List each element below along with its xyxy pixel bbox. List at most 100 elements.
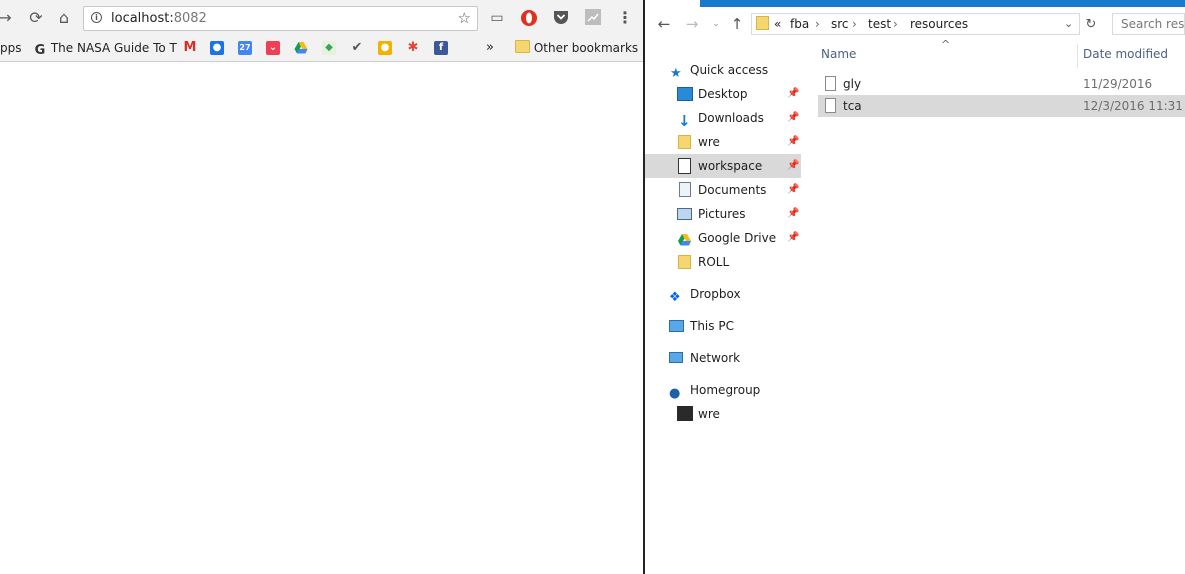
pocket-icon[interactable]: ⌄ [266,41,280,55]
nav-workspace[interactable]: workspace 📌 [645,154,801,178]
forward-icon[interactable]: → [683,14,701,34]
google-drive-icon [677,231,693,246]
documents-icon [679,182,691,197]
breadcrumb-overflow[interactable]: « [774,17,781,31]
bookmarks-overflow-button[interactable]: » [486,39,494,57]
column-separator[interactable] [1077,44,1078,68]
breadcrumb-src[interactable]: src [831,17,849,31]
nav-label: wre [698,407,720,421]
column-header-date-modified[interactable]: Date modified [1083,47,1168,61]
desktop-icon [677,87,693,101]
nav-label: Google Drive [698,231,777,245]
nav-desktop[interactable]: Desktop 📌 [645,82,801,106]
facebook-icon[interactable]: f [434,41,448,55]
nav-roll[interactable]: ROLL [645,250,801,274]
bookmark-apps-label: pps [0,41,22,55]
ribbon-edge [645,0,1185,8]
calendar-icon[interactable]: 27 [238,41,252,55]
nav-wre[interactable]: wre 📌 [645,130,801,154]
refresh-icon[interactable]: ↻ [1082,15,1100,35]
breadcrumb-resources[interactable]: resources [910,17,968,31]
bookmark-nasa-label: The NASA Guide To T [50,41,177,55]
nav-homegroup[interactable]: ● Homegroup [645,378,801,402]
nav-label: This PC [690,319,734,333]
breadcrumb-separator[interactable]: › [893,17,898,31]
up-icon[interactable]: ↑ [728,14,746,34]
nav-label: Network [690,351,741,365]
info-icon[interactable]: i [91,12,102,23]
page-content [0,62,643,574]
nav-label: wre [698,135,720,149]
dropbox-icon: ❖ [669,290,681,305]
gmail-icon[interactable]: M [183,41,197,55]
cast-icon[interactable]: ▭ [488,9,506,27]
nav-label: Downloads [698,111,764,125]
bookmark-nasa[interactable]: G The NASA Guide To T [33,39,177,58]
address-bar[interactable]: i localhost:8082 ☆ [83,6,478,31]
bookmark-other[interactable]: Other bookmarks [515,39,638,57]
pin-icon[interactable]: 📌 [787,154,799,178]
browser-window: → ⟳ ⌂ i localhost:8082 ☆ ▭ ⋮ pps G The N… [0,0,643,574]
nav-label: Documents [698,183,767,197]
chevron-down-icon[interactable]: ⌄ [1064,17,1073,30]
nav-label: Dropbox [690,287,741,301]
nav-this-pc[interactable]: This PC [645,314,801,338]
pin-icon[interactable]: 📌 [787,178,799,202]
kebab-menu-icon[interactable]: ⋮ [616,9,634,27]
pin-icon[interactable]: 📌 [787,202,799,226]
file-name: tca [843,99,862,113]
pin-icon[interactable]: 📌 [787,226,799,250]
star-icon[interactable]: ☆ [458,9,471,27]
workspace-icon [678,158,691,174]
file-icon [825,98,836,113]
column-header-name[interactable]: Name [821,47,856,61]
maps-icon[interactable]: ◆ [322,41,336,55]
nav-label: Pictures [698,207,746,221]
pictures-icon [677,208,692,220]
back-icon[interactable]: ← [655,14,673,34]
star-icon: ★ [670,66,682,81]
file-explorer-window: ← → ⌄ ↑ « fba › src › test › resources ⌄… [645,0,1185,574]
breadcrumb-fba[interactable]: fba [790,17,809,31]
folder-icon [515,40,530,53]
chart-extension-icon[interactable] [584,9,602,27]
file-row[interactable]: tca 12/3/2016 11:31 [818,95,1185,117]
google-icon: G [34,43,46,58]
recent-locations-icon[interactable]: ⌄ [707,14,725,34]
nav-dropbox[interactable]: ❖ Dropbox [645,282,801,306]
bookmark-apps[interactable]: pps [0,39,22,57]
nav-documents[interactable]: Documents 📌 [645,178,801,202]
pin-icon[interactable]: 📌 [787,130,799,154]
breadcrumb-separator[interactable]: › [852,17,857,31]
reload-icon[interactable]: ⟳ [25,7,47,29]
nav-network[interactable]: Network [645,346,801,370]
address-bar[interactable]: « fba › src › test › resources ⌄ [751,13,1080,35]
nav-quick-access[interactable]: ★ Quick access [645,58,801,82]
nav-google-drive[interactable]: Google Drive 📌 [645,226,801,250]
breadcrumb-test[interactable]: test [868,17,891,31]
file-icon [825,76,836,91]
home-icon[interactable]: ⌂ [53,7,75,29]
google-drive-icon[interactable] [294,41,308,55]
nav-label: Desktop [698,87,748,101]
search-input[interactable]: Search resou [1112,13,1185,35]
pin-icon[interactable]: 📌 [787,82,799,106]
network-icon [669,352,683,363]
nav-homegroup-user[interactable]: wre [645,402,801,426]
photos-icon[interactable]: ✱ [406,41,420,55]
keep-icon[interactable]: ● [378,41,392,55]
contacts-icon[interactable]: ● [210,41,224,55]
opera-extension-icon[interactable] [520,9,538,27]
nav-downloads[interactable]: ↓ Downloads 📌 [645,106,801,130]
file-row[interactable]: gly 11/29/2016 19:35 [818,73,1185,113]
nav-pictures[interactable]: Pictures 📌 [645,202,801,226]
back-arrow-icon[interactable]: → [0,7,16,29]
search-placeholder: Search resou [1121,17,1185,31]
folder-icon [756,16,769,30]
breadcrumb-separator[interactable]: › [815,17,820,31]
pin-icon[interactable]: 📌 [787,106,799,130]
checkmark-icon[interactable]: ✔ [350,41,364,55]
sort-ascending-icon: ^ [941,38,951,51]
pocket-extension-icon[interactable] [552,9,570,27]
homegroup-icon: ● [669,386,681,401]
